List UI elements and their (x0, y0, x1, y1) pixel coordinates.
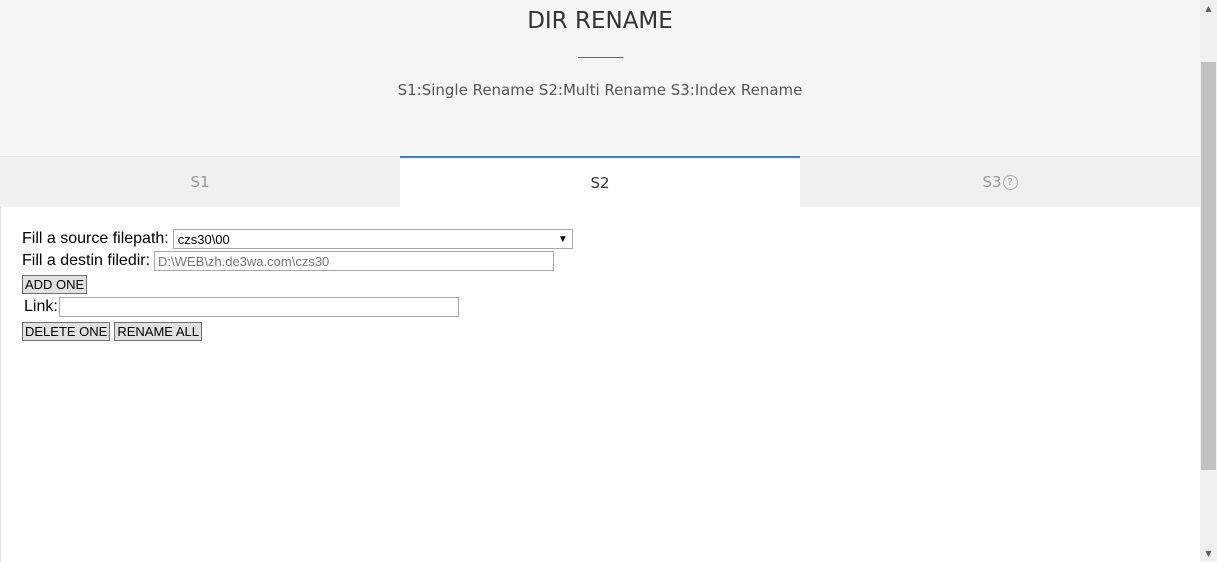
dropdown-arrow-icon: ▼ (557, 233, 568, 245)
scroll-up-icon[interactable]: ▲ (1200, 0, 1217, 17)
s2-panel: Fill a source filepath: czs30\00 ▼ Fill … (0, 207, 1200, 562)
page-subtitle: S1:Single Rename S2:Multi Rename S3:Inde… (397, 81, 803, 99)
scroll-down-icon[interactable]: ▼ (1200, 545, 1217, 562)
help-icon[interactable]: ? (1002, 174, 1018, 190)
source-filepath-select[interactable]: czs30\00 ▼ (172, 229, 573, 249)
title-divider (578, 57, 623, 58)
tab-bar: S1 S2 S3? (0, 156, 1200, 207)
source-label: Fill a source filepath: (22, 230, 169, 247)
scrollbar-thumb[interactable] (1201, 62, 1216, 470)
tab-label: S2 (590, 173, 610, 192)
header: DIR RENAME S1:Single Rename S2:Multi Ren… (0, 0, 1200, 157)
tab-s1[interactable]: S1 (0, 157, 400, 207)
destin-filedir-input[interactable] (154, 251, 555, 271)
tab-s2[interactable]: S2 (400, 156, 800, 207)
tab-s3[interactable]: S3? (800, 157, 1200, 207)
source-selected-value: czs30\00 (177, 231, 230, 247)
delete-one-button[interactable]: DELETE ONE (22, 321, 111, 341)
rename-all-button[interactable]: RENAME ALL (114, 321, 203, 341)
destin-label: Fill a destin filedir: (22, 252, 151, 269)
link-input[interactable] (58, 297, 459, 317)
vertical-scrollbar[interactable]: ▲ ▼ (1200, 0, 1217, 562)
tab-label: S3 (982, 173, 1002, 191)
add-one-button[interactable]: ADD ONE (22, 274, 88, 294)
page-title: DIR RENAME (527, 8, 673, 34)
tab-label: S1 (190, 173, 210, 191)
link-label: Link: (24, 298, 58, 315)
